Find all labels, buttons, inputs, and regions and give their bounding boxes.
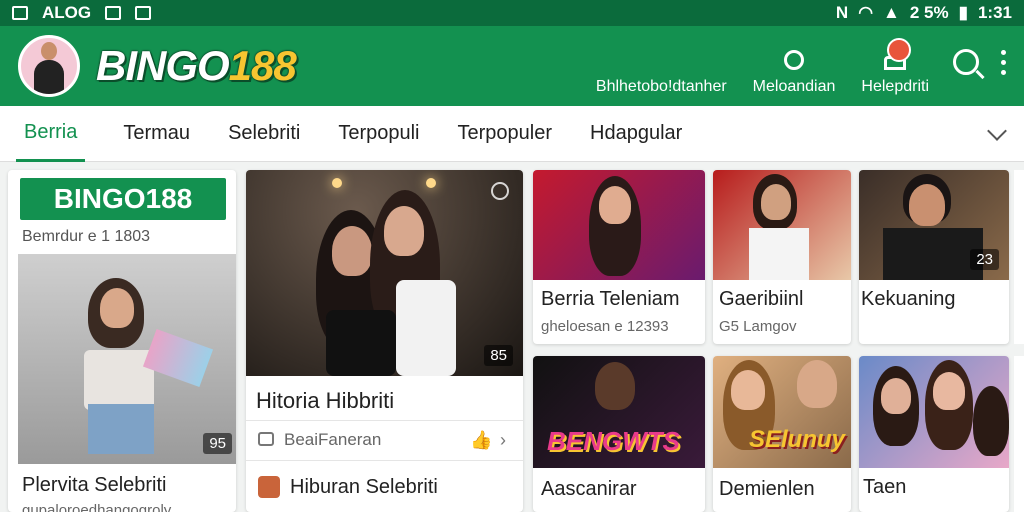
card-image[interactable]: 95 — [18, 254, 236, 464]
person-face — [332, 226, 372, 276]
action-label: Helepdriti — [861, 78, 929, 95]
card-image[interactable]: SElunuy — [713, 356, 851, 468]
chevron-right-icon[interactable]: › — [500, 430, 506, 451]
card-image[interactable]: 85 — [246, 170, 523, 376]
action-label: Bhlhetobo!dtanher — [595, 78, 727, 95]
person-shirt — [396, 280, 456, 376]
person-shirt — [749, 228, 809, 280]
person-face — [933, 372, 965, 410]
grid-card-peek — [1014, 356, 1024, 512]
person-face — [731, 370, 765, 410]
grid-card[interactable]: Gaeribiinl G5 Lamgov — [713, 170, 851, 344]
action-notifications[interactable]: Bhlhetobo!dtanher — [596, 50, 727, 96]
card-title: Berria Teleniam — [541, 288, 680, 310]
card-image[interactable]: 23 — [859, 170, 1009, 280]
signal-icon: ▲ — [883, 3, 900, 22]
chat-icon — [784, 50, 805, 70]
battery-icon: ▮ — [958, 3, 968, 22]
action-events[interactable]: Helepdriti — [861, 56, 929, 96]
grid-card-peek — [1014, 170, 1024, 344]
user-badge-avatar[interactable] — [887, 38, 911, 62]
card-title: Aascanirar — [541, 478, 637, 500]
person-face — [595, 362, 635, 410]
status-left-text: ALOG — [42, 3, 92, 22]
app-logo[interactable]: BINGO188 — [96, 42, 297, 90]
action-chat[interactable]: Meloandian — [752, 50, 836, 96]
card-title: Gaeribiinl — [719, 288, 804, 310]
card-title: Kekuaning — [861, 288, 956, 310]
person-shorts — [88, 404, 154, 454]
photo-count: 23 — [970, 249, 999, 270]
battery-level: 2 5% — [909, 3, 949, 22]
photo-count: 95 — [203, 433, 232, 454]
comment-label[interactable]: BeaiFaneran — [284, 430, 381, 450]
card-image[interactable] — [533, 170, 705, 280]
profile-avatar[interactable] — [18, 35, 80, 97]
grid-card[interactable]: BENGWTS Aascanirar — [533, 356, 705, 512]
stage-light — [426, 178, 436, 188]
card-subtitle: gupaloroedhangogroly — [22, 502, 172, 512]
featured-card-left[interactable]: BINGO188 Bemrdur e 1 1803 95 Plervita Se… — [8, 170, 236, 512]
person-face — [384, 206, 424, 256]
tab-terpopuler[interactable]: Terpopuler — [458, 106, 553, 162]
person-face — [100, 288, 134, 328]
nfc-icon: N — [835, 3, 849, 22]
divider — [246, 420, 523, 421]
tab-terpopuli[interactable]: Terpopuli — [338, 106, 419, 162]
card-title: Demienlen — [719, 478, 815, 500]
tab-selebriti[interactable]: Selebriti — [228, 106, 300, 162]
image-icon — [12, 6, 28, 20]
stage-light — [332, 178, 342, 188]
banner-text: BENGWTS — [547, 426, 680, 456]
wifi-icon: ◠ — [858, 3, 874, 22]
like-icon[interactable]: 👍 — [470, 430, 492, 451]
person-face — [881, 378, 911, 414]
banner-text: SElunuy — [749, 426, 846, 453]
grid-card[interactable]: Taen — [859, 356, 1009, 512]
person-face — [599, 186, 631, 224]
tab-berria[interactable]: Berria — [16, 106, 86, 162]
tab-termau[interactable]: Termau — [123, 106, 190, 162]
card-image[interactable]: BENGWTS — [533, 356, 705, 468]
card-title: Taen — [863, 476, 907, 498]
person-hair — [973, 386, 1009, 456]
gallery-icon — [105, 6, 122, 20]
status-bar: ALOG N ◠ ▲ 2 5% ▮ 1:31 — [0, 0, 1024, 26]
card-subtitle: G5 Lamgov — [719, 318, 797, 335]
person-top — [84, 350, 154, 410]
category-tabs: Berria Termau Selebriti Terpopuli Terpop… — [0, 106, 1024, 162]
grid-card[interactable]: Berria Teleniam gheloesan e 12393 — [533, 170, 705, 344]
more-menu-icon[interactable] — [1001, 49, 1006, 75]
card-meta: Bemrdur e 1 1803 — [22, 228, 151, 245]
tab-hdapgular[interactable]: Hdapgular — [590, 106, 682, 162]
card-image[interactable] — [713, 170, 851, 280]
divider — [246, 460, 523, 461]
photo-count: 85 — [484, 345, 513, 366]
person-face — [909, 184, 945, 226]
close-icon — [135, 6, 152, 20]
app-bar: BINGO188 Bhlhetobo!dtanher Meloandian He… — [0, 26, 1024, 106]
grid-card[interactable]: 23 Kekuaning — [859, 170, 1009, 344]
featured-card-mid[interactable]: 85 Hitoria Hibbriti BeaiFaneran 👍 › Hibu… — [246, 170, 523, 512]
brand-banner: BINGO188 — [20, 178, 226, 220]
card-title: Plervita Selebriti — [22, 474, 167, 496]
person-face — [797, 360, 837, 408]
card-subtitle: gheloesan e 12393 — [541, 318, 669, 335]
footer-title[interactable]: Hiburan Selebriti — [290, 476, 438, 499]
grid-card[interactable]: SElunuy Demienlen — [713, 356, 851, 512]
comment-icon[interactable] — [258, 432, 274, 446]
person-suit — [883, 228, 983, 280]
clock: 1:31 — [977, 3, 1012, 22]
action-label: Meloandian — [752, 78, 836, 95]
chevron-down-icon[interactable] — [987, 120, 1007, 141]
category-icon — [258, 476, 280, 498]
chat-icon[interactable] — [491, 182, 509, 200]
person-dress — [326, 310, 396, 376]
card-image[interactable] — [859, 356, 1009, 468]
person-face — [761, 184, 791, 220]
card-title: Hitoria Hibbriti — [256, 388, 395, 413]
search-icon[interactable] — [953, 49, 979, 75]
